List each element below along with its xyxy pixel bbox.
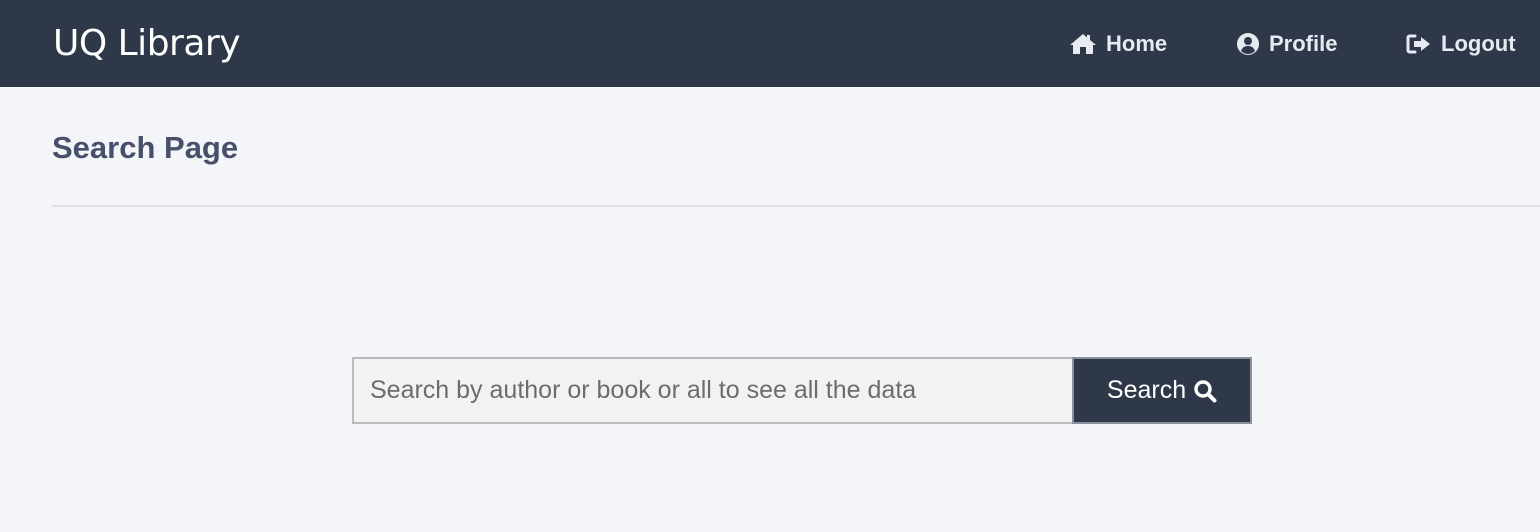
nav-profile-link[interactable]: Profile — [1236, 28, 1337, 60]
title-divider — [52, 205, 1540, 207]
nav-profile-label: Profile — [1269, 31, 1338, 56]
page-title: Search Page — [52, 130, 239, 165]
search-button-label: Search — [1106, 376, 1187, 404]
navbar: UQ Library Home Profile Logout — [0, 0, 1540, 87]
nav-logout-link[interactable]: Logout — [1406, 28, 1516, 60]
home-icon — [1069, 33, 1097, 55]
brand-logo[interactable]: UQ Library — [53, 22, 241, 66]
search-form: Search — [352, 357, 1252, 424]
nav-home-label: Home — [1106, 31, 1168, 56]
nav-home-link[interactable]: Home — [1069, 28, 1167, 60]
search-input[interactable] — [352, 357, 1072, 424]
nav-logout-label: Logout — [1441, 31, 1516, 56]
user-circle-icon — [1236, 32, 1260, 56]
search-icon — [1193, 379, 1217, 403]
search-button[interactable]: Search — [1072, 357, 1252, 424]
sign-out-icon — [1406, 33, 1432, 55]
